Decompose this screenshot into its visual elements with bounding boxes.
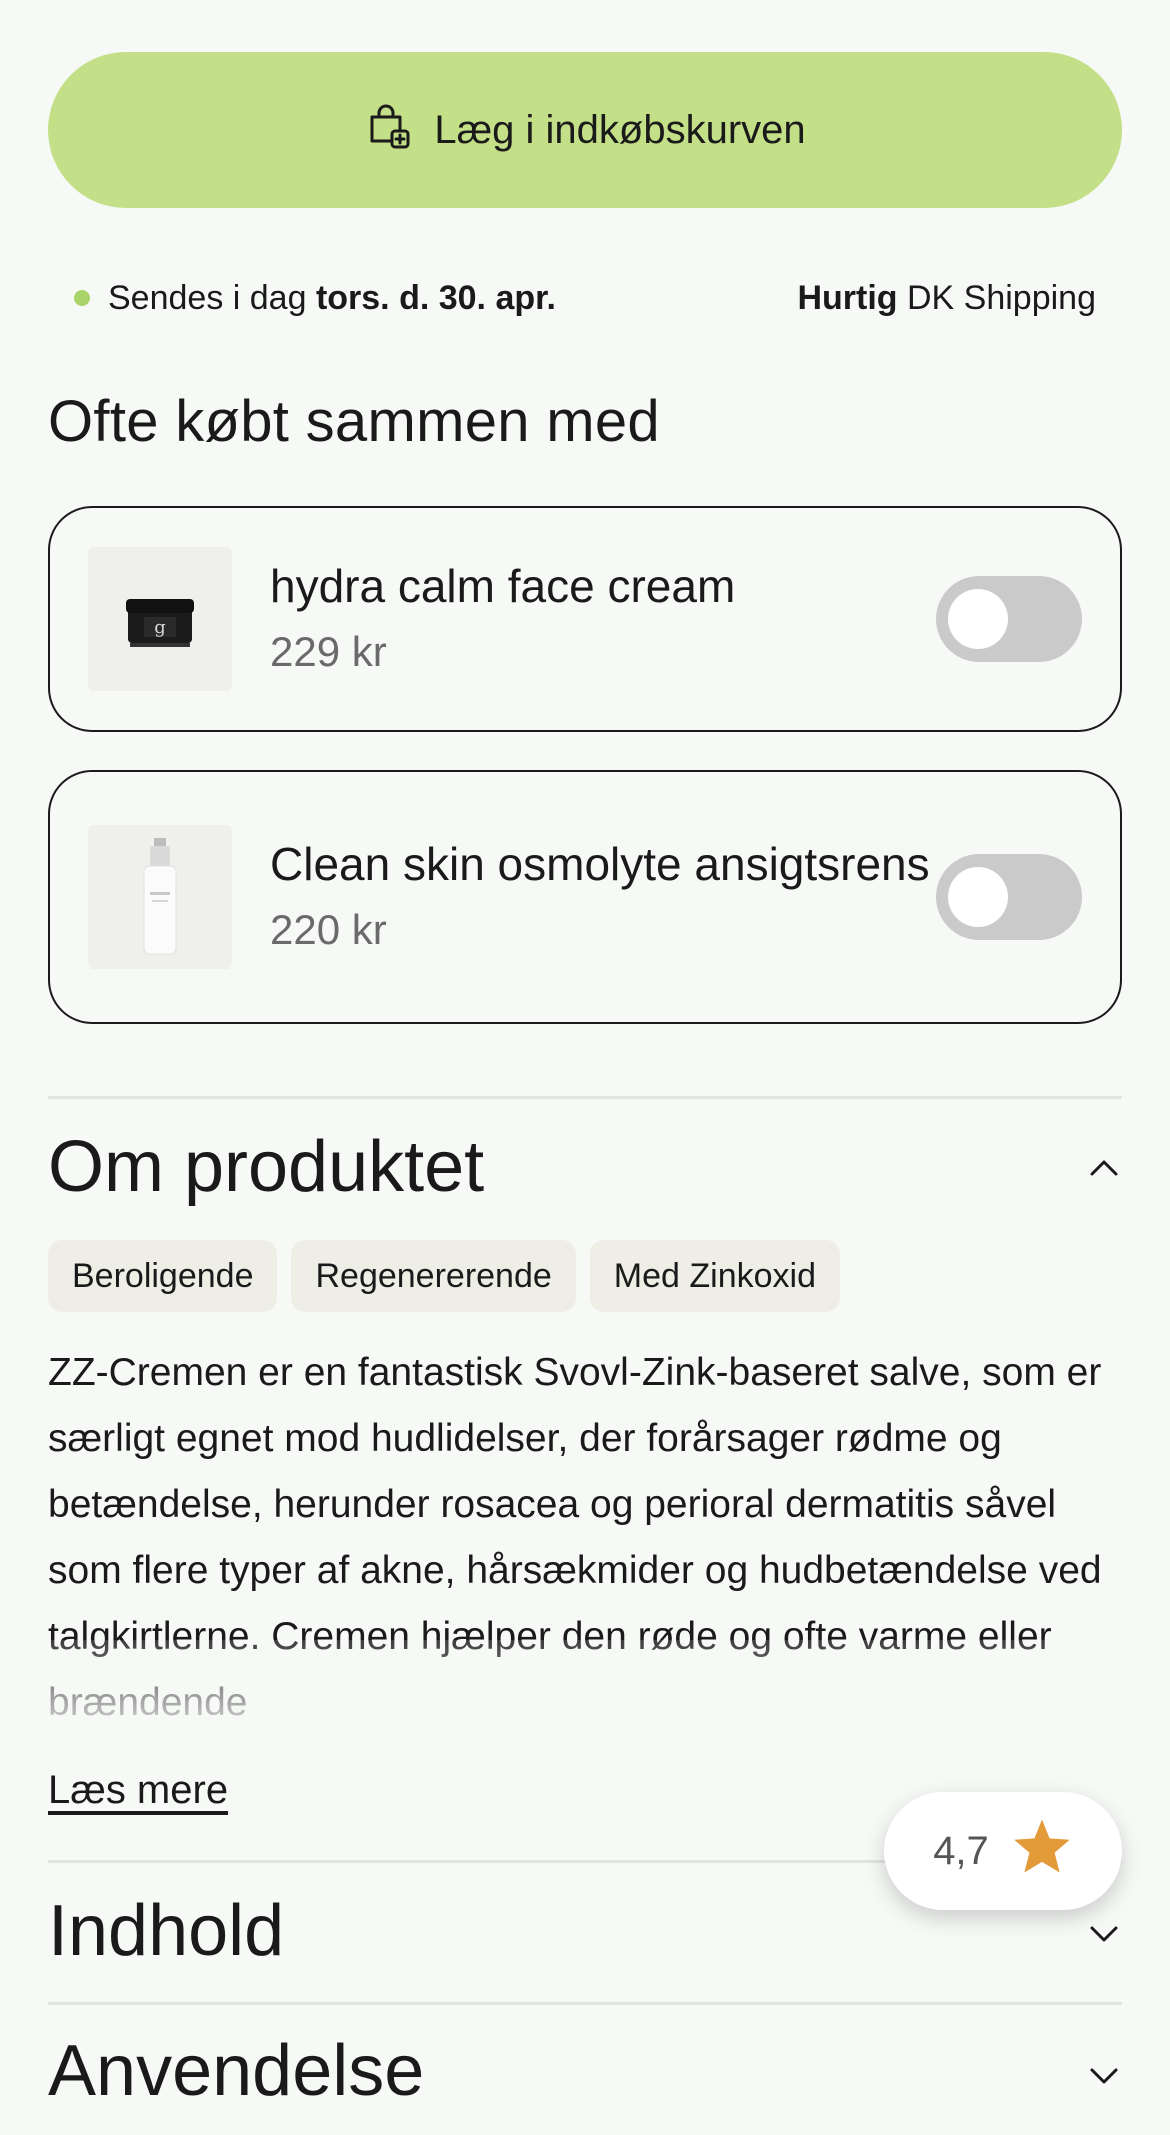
ingredients-title[interactable]: Indhold <box>48 1890 284 1972</box>
usage-title[interactable]: Anvendelse <box>48 2030 424 2112</box>
status-dot <box>74 290 90 306</box>
star-icon <box>1011 1817 1073 1885</box>
bundle-item[interactable]: g hydra calm face cream 229 kr <box>48 506 1122 732</box>
product-tags: Beroligende Regenererende Med Zinkoxid <box>48 1240 840 1312</box>
tag: Med Zinkoxid <box>589 1240 840 1312</box>
divider <box>48 2002 1122 2005</box>
chevron-up-icon[interactable] <box>1086 1150 1122 1186</box>
description-fade <box>48 1640 1122 1730</box>
ship-speed: Hurtig <box>797 278 898 317</box>
rating-value: 4,7 <box>933 1828 989 1873</box>
read-more-link[interactable]: Læs mere <box>48 1768 228 1813</box>
divider <box>48 1096 1122 1099</box>
bundle-item-toggle[interactable] <box>936 576 1082 662</box>
ship-carrier: DK Shipping <box>906 278 1096 317</box>
bundle-item[interactable]: Clean skin osmolyte ansigtsrens 220 kr <box>48 770 1122 1024</box>
ship-prefix: Sendes i dag <box>108 278 307 317</box>
svg-text:g: g <box>154 617 166 638</box>
pump-bottle-image <box>88 825 232 969</box>
bundle-item-name: hydra calm face cream <box>270 560 736 612</box>
bundle-item-price: 220 kr <box>270 906 387 953</box>
bundle-item-price: 229 kr <box>270 628 387 675</box>
bought-together-title: Ofte købt sammen med <box>48 389 660 454</box>
chevron-down-icon[interactable] <box>1086 1916 1122 1952</box>
shopping-bag-plus-icon <box>364 101 412 159</box>
about-title[interactable]: Om produktet <box>48 1126 484 1208</box>
cream-jar-image: g <box>88 547 232 691</box>
tag: Regenererende <box>291 1240 576 1312</box>
add-to-cart-label: Læg i indkøbskurven <box>434 107 806 152</box>
tag: Beroligende <box>48 1240 278 1312</box>
shipping-info: Sendes i dag tors. d. 30. apr. Hurtig DK… <box>48 272 1122 324</box>
bundle-item-name: Clean skin osmolyte ansigtsrens <box>270 838 930 890</box>
ship-date: tors. d. 30. apr. <box>315 278 556 317</box>
add-to-cart-button[interactable]: Læg i indkøbskurven <box>48 52 1122 208</box>
rating-badge[interactable]: 4,7 <box>884 1792 1122 1910</box>
bundle-item-toggle[interactable] <box>936 854 1082 940</box>
chevron-down-icon[interactable] <box>1086 2058 1122 2094</box>
product-page: Læg i indkøbskurven Sendes i dag tors. d… <box>0 0 1170 2135</box>
